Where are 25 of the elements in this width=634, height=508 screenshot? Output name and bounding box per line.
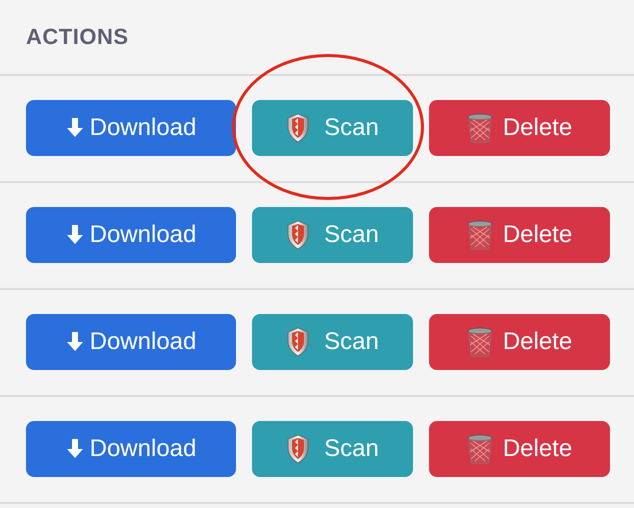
- delete-button[interactable]: Delete: [429, 314, 610, 370]
- download-button[interactable]: Download: [26, 314, 236, 370]
- section-heading: ACTIONS: [26, 24, 128, 50]
- download-button[interactable]: Download: [26, 421, 236, 477]
- scan-button[interactable]: Scan: [252, 100, 413, 156]
- trash-can-icon: [466, 220, 493, 250]
- download-button[interactable]: Download: [26, 100, 236, 156]
- download-arrow-icon: [66, 438, 84, 460]
- download-arrow-icon: [66, 224, 84, 246]
- delete-button[interactable]: Delete: [429, 207, 610, 263]
- trash-can-icon: [466, 327, 493, 357]
- download-button[interactable]: Download: [26, 207, 236, 263]
- shield-icon: [286, 113, 310, 143]
- delete-button[interactable]: Delete: [429, 100, 610, 156]
- download-arrow-icon: [66, 331, 84, 353]
- scan-button[interactable]: Scan: [252, 421, 413, 477]
- scan-button[interactable]: Scan: [252, 314, 413, 370]
- scan-button[interactable]: Scan: [252, 207, 413, 263]
- shield-icon: [286, 220, 310, 250]
- trash-can-icon: [466, 434, 493, 464]
- delete-button[interactable]: Delete: [429, 421, 610, 477]
- shield-icon: [286, 434, 310, 464]
- download-arrow-icon: [66, 117, 84, 139]
- trash-can-icon: [466, 113, 493, 143]
- shield-icon: [286, 327, 310, 357]
